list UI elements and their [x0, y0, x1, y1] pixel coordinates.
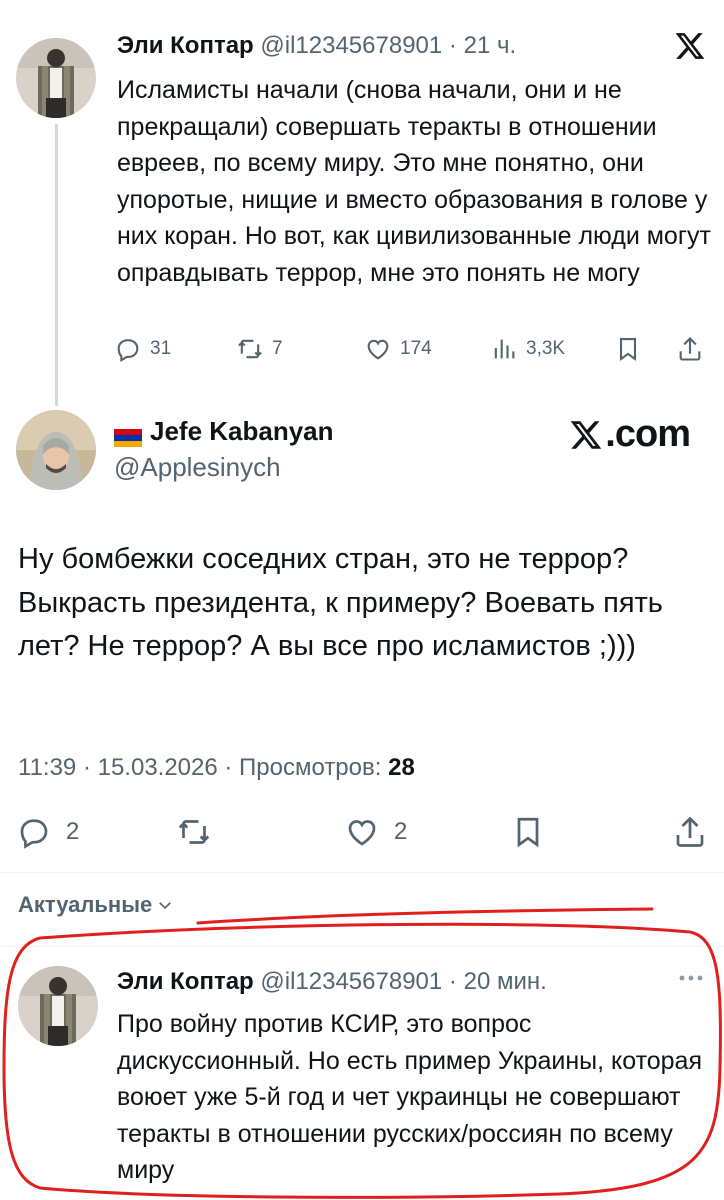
- tweet-text: Исламисты начали (снова начали, они и не…: [117, 76, 711, 287]
- reply-icon: [117, 339, 139, 363]
- reply-count: 2: [66, 818, 80, 845]
- share-button[interactable]: [672, 812, 722, 852]
- repost-icon: [178, 820, 210, 844]
- sort-replies-dropdown[interactable]: Актуальные: [18, 892, 174, 918]
- tweet-actions: 31 7 174 3,3K: [114, 333, 714, 365]
- views-icon: [494, 339, 515, 359]
- bookmark-button[interactable]: [614, 333, 650, 365]
- reply-icon: [20, 819, 48, 849]
- repost-icon: [238, 339, 262, 359]
- x-logo-icon: [570, 420, 602, 449]
- author-handle[interactable]: @il12345678901: [260, 32, 442, 59]
- bookmark-button[interactable]: [510, 812, 560, 852]
- views-count: 3,3K: [526, 338, 566, 359]
- tweet-header: Эли Коптар @il12345678901 · 21 ч.: [117, 32, 516, 60]
- repost-button[interactable]: 7: [236, 333, 283, 365]
- like-button[interactable]: 174: [364, 333, 432, 365]
- views-button[interactable]: 3,3K: [490, 333, 565, 365]
- brand-domain: .com: [605, 413, 691, 455]
- like-count: 2: [394, 818, 408, 845]
- author-name[interactable]: Эли Коптар: [117, 32, 254, 59]
- chevron-down-icon: [159, 902, 172, 910]
- author-handle[interactable]: @Applesinych: [114, 452, 281, 483]
- author-name: Jefe Kabanyan: [150, 416, 334, 446]
- reply-button[interactable]: 2: [16, 812, 79, 852]
- red-annotation-oval: [2, 922, 722, 1199]
- like-button[interactable]: 2: [344, 812, 407, 852]
- author-avatar[interactable]: [16, 410, 96, 490]
- x-com-logo: .com: [569, 413, 691, 456]
- x-logo-icon[interactable]: [674, 30, 706, 62]
- heart-icon: [348, 820, 376, 846]
- tweet-timestamp-views: 11:39 · 15.03.2026 · Просмотров: 28: [18, 754, 415, 782]
- reply-count: 31: [150, 338, 172, 359]
- sort-label: Актуальные: [18, 892, 153, 917]
- share-icon: [679, 337, 701, 361]
- heart-icon: [367, 339, 389, 360]
- divider: [0, 872, 724, 873]
- tweet-timestamp[interactable]: 11:39 · 15.03.2026 · Просмотров:: [18, 754, 381, 781]
- tweet-text: Ну бомбежки соседних стран, это не терро…: [18, 543, 663, 662]
- share-button[interactable]: [676, 333, 712, 365]
- armenia-flag-icon: [114, 423, 142, 447]
- repost-count: 7: [272, 338, 283, 359]
- tweet-time[interactable]: 21 ч.: [464, 32, 517, 59]
- separator-dot: ·: [448, 32, 457, 59]
- author-avatar[interactable]: [16, 38, 96, 118]
- reply-button[interactable]: 31: [114, 333, 171, 365]
- bookmark-icon: [619, 338, 637, 361]
- bookmark-icon: [517, 817, 539, 848]
- tweet-actions: 2 2: [16, 812, 716, 852]
- author-name-row[interactable]: Jefe Kabanyan: [114, 416, 334, 447]
- like-count: 174: [400, 338, 432, 359]
- thread-connector-line: [55, 124, 58, 406]
- share-icon: [676, 816, 704, 847]
- repost-button[interactable]: [176, 812, 226, 852]
- views-count: 28: [388, 754, 415, 781]
